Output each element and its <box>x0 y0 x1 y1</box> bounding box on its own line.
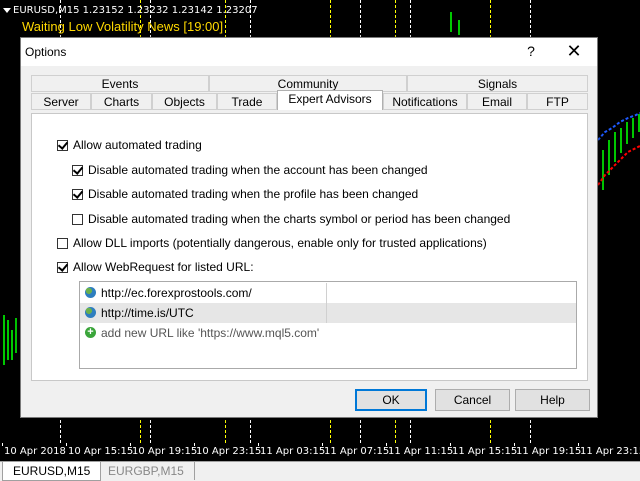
time-tickmark <box>386 443 387 446</box>
time-tick-label: 10 Apr 23:15 <box>196 446 262 457</box>
tab-email[interactable]: Email <box>467 93 527 110</box>
collapse-triangle-icon[interactable] <box>3 7 11 13</box>
time-tick-label: 11 Apr 03:15 <box>260 446 326 457</box>
checkbox[interactable] <box>72 189 83 200</box>
tab-notifications[interactable]: Notifications <box>383 93 467 110</box>
checkbox[interactable] <box>57 140 68 151</box>
time-tickmark <box>450 443 451 446</box>
chart-title-text: EURUSD,M15 1.23152 1.23232 1.23142 1.232… <box>13 5 258 16</box>
chart-symbol-title: EURUSD,M15 1.23152 1.23232 1.23142 1.232… <box>3 5 258 16</box>
options-dialog: Options ? ✕ Events Community Signals Ser… <box>20 37 598 418</box>
time-tickmark <box>2 443 3 446</box>
tab-trade[interactable]: Trade <box>217 93 277 110</box>
symbol-tab-bar: EURUSD,M15 EURGBP,M15 <box>0 461 640 481</box>
time-tick-label: 11 Apr 19:15 <box>516 446 582 457</box>
dialog-titlebar[interactable]: Options ? ✕ <box>21 38 597 66</box>
url-list-item[interactable]: http://time.is/UTC <box>80 303 576 323</box>
time-tick-label: 10 Apr 2018 <box>4 446 66 457</box>
time-tick-label: 11 Apr 15:15 <box>452 446 518 457</box>
tab-objects[interactable]: Objects <box>152 93 217 110</box>
option-disable-on-profile-change[interactable]: Disable automated trading when the profi… <box>72 186 418 202</box>
cancel-button[interactable]: Cancel <box>435 389 510 411</box>
option-allow-automated-trading[interactable]: Allow automated trading <box>57 137 202 153</box>
checkbox[interactable] <box>72 214 83 225</box>
add-icon: + <box>85 327 96 338</box>
url-cell: http://ec.forexprostools.com/ <box>80 283 327 303</box>
option-label: Disable automated trading when the chart… <box>88 212 511 226</box>
option-label: Allow automated trading <box>73 138 202 152</box>
checkbox[interactable] <box>57 262 68 273</box>
url-list[interactable]: http://ec.forexprostools.com/ http://tim… <box>79 281 577 369</box>
url-text: http://ec.forexprostools.com/ <box>101 286 252 300</box>
band-upper-line <box>597 112 640 141</box>
symbol-tab-eurgbp[interactable]: EURGBP,M15 <box>98 462 195 480</box>
news-status-label: Waiting Low Volatility News [19:00] <box>22 19 224 34</box>
time-tickmark <box>578 443 579 446</box>
help-icon[interactable]: ? <box>523 43 539 59</box>
time-tickmark <box>194 443 195 446</box>
tab-signals[interactable]: Signals <box>407 75 588 92</box>
option-label: Disable automated trading when the accou… <box>88 163 428 177</box>
time-tick-label: 11 Apr 23:15 <box>580 446 640 457</box>
option-label: Allow DLL imports (potentially dangerous… <box>73 236 487 250</box>
ok-button[interactable]: OK <box>355 389 427 411</box>
checkbox[interactable] <box>57 238 68 249</box>
time-tick-label: 10 Apr 19:15 <box>132 446 198 457</box>
url-text: http://time.is/UTC <box>101 306 194 320</box>
band-lower-line <box>597 145 640 186</box>
time-tickmark <box>514 443 515 446</box>
options-tabs: Events Community Signals Server Charts O… <box>31 75 588 115</box>
time-tick-label: 11 Apr 11:15 <box>388 446 454 457</box>
globe-icon <box>85 287 96 298</box>
time-axis: 10 Apr 2018 10 Apr 15:15 10 Apr 19:15 10… <box>0 443 640 461</box>
checkbox[interactable] <box>72 165 83 176</box>
time-tickmark <box>130 443 131 446</box>
option-label: Allow WebRequest for listed URL: <box>73 260 254 274</box>
option-allow-webrequest[interactable]: Allow WebRequest for listed URL: <box>57 259 254 275</box>
option-disable-on-account-change[interactable]: Disable automated trading when the accou… <box>72 162 428 178</box>
add-url-placeholder: add new URL like 'https://www.mql5.com' <box>101 326 320 340</box>
tab-expert-advisors[interactable]: Expert Advisors <box>277 90 383 110</box>
option-allow-dll-imports[interactable]: Allow DLL imports (potentially dangerous… <box>57 235 487 251</box>
close-icon[interactable]: ✕ <box>564 41 584 61</box>
time-tick-label: 11 Apr 07:15 <box>324 446 390 457</box>
add-url-row[interactable]: + add new URL like 'https://www.mql5.com… <box>80 323 576 343</box>
time-tick-label: 10 Apr 15:15 <box>68 446 134 457</box>
option-label: Disable automated trading when the profi… <box>88 187 419 201</box>
time-tickmark <box>322 443 323 446</box>
tab-events[interactable]: Events <box>31 75 209 92</box>
tab-ftp[interactable]: FTP <box>527 93 588 110</box>
tab-charts[interactable]: Charts <box>91 93 152 110</box>
help-button[interactable]: Help <box>515 389 590 411</box>
time-tickmark <box>258 443 259 446</box>
symbol-tab-eurusd[interactable]: EURUSD,M15 <box>2 462 102 481</box>
url-cell: http://time.is/UTC <box>80 303 327 323</box>
globe-icon <box>85 307 96 318</box>
option-disable-on-symbol-change[interactable]: Disable automated trading when the chart… <box>72 211 510 227</box>
time-tickmark <box>66 443 67 446</box>
url-list-item[interactable]: http://ec.forexprostools.com/ <box>80 283 576 303</box>
tab-server[interactable]: Server <box>31 93 91 110</box>
dialog-title: Options <box>25 45 67 59</box>
